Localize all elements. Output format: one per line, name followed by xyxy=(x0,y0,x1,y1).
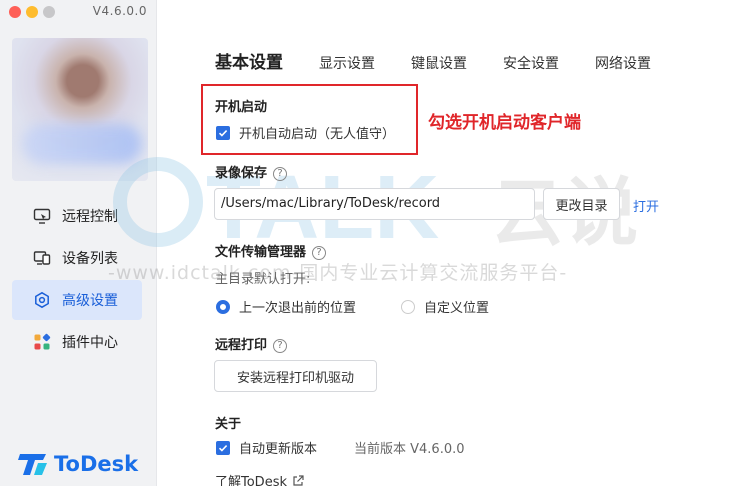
annotation-text: 勾选开机启动客户端 xyxy=(428,113,581,133)
tab-basic-settings[interactable]: 基本设置 xyxy=(215,48,283,73)
install-printer-driver-button[interactable]: 安装远程打印机驱动 xyxy=(214,360,377,392)
default-open-label: 主目录默认打开: xyxy=(215,272,311,287)
annotation-highlight-box xyxy=(201,84,418,155)
radio-last-location[interactable]: 上一次退出前的位置 xyxy=(216,297,356,316)
radio-label: 上一次退出前的位置 xyxy=(239,301,357,316)
recording-path-field[interactable]: /Users/mac/Library/ToDesk/record xyxy=(214,188,535,220)
remote-print-title-text: 远程打印 xyxy=(215,338,268,353)
radio-label: 自定义位置 xyxy=(424,301,490,316)
tab-display-settings[interactable]: 显示设置 xyxy=(319,53,375,73)
tab-security-settings[interactable]: 安全设置 xyxy=(503,53,559,73)
file-transfer-title: 文件传输管理器? xyxy=(215,241,327,260)
logo-text: ToDesk xyxy=(54,452,139,476)
tab-keyboard-mouse-settings[interactable]: 键鼠设置 xyxy=(411,53,467,73)
settings-tabs: 基本设置 显示设置 键鼠设置 安全设置 网络设置 xyxy=(215,48,687,73)
change-directory-button[interactable]: 更改目录 xyxy=(543,188,620,220)
remote-print-title: 远程打印? xyxy=(215,334,288,353)
check-icon xyxy=(218,444,228,452)
sidebar-item-label: 远程控制 xyxy=(62,209,118,225)
sidebar-item-remote-control[interactable]: 远程控制 xyxy=(12,196,142,236)
about-title: 关于 xyxy=(215,417,242,432)
app-version: V4.6.0.0 xyxy=(92,4,147,18)
auto-update-checkbox[interactable] xyxy=(216,440,230,455)
minimize-window-button[interactable] xyxy=(26,6,38,18)
learn-more-label: 了解ToDesk xyxy=(215,475,287,486)
learn-more-link[interactable]: 了解ToDesk xyxy=(215,471,304,486)
check-icon xyxy=(218,129,228,137)
device-list-icon xyxy=(32,248,52,268)
startup-checkbox[interactable] xyxy=(216,125,230,140)
avatar xyxy=(12,38,148,181)
radio-button[interactable] xyxy=(401,299,415,314)
todesk-logo: ToDesk xyxy=(18,451,138,477)
sidebar-item-label: 插件中心 xyxy=(62,335,118,351)
external-link-icon xyxy=(292,474,304,486)
help-icon[interactable]: ? xyxy=(273,166,288,181)
window-controls xyxy=(9,6,55,18)
close-window-button[interactable] xyxy=(9,6,21,18)
zoom-window-button[interactable] xyxy=(43,6,55,18)
todesk-logo-icon xyxy=(18,454,47,475)
tab-network-settings[interactable]: 网络设置 xyxy=(595,53,651,73)
sidebar-item-label: 高级设置 xyxy=(62,293,118,309)
avatar-blur xyxy=(22,124,142,164)
open-directory-link[interactable]: 打开 xyxy=(633,196,659,215)
help-icon[interactable]: ? xyxy=(273,338,288,353)
radio-custom-location[interactable]: 自定义位置 xyxy=(401,297,489,316)
help-icon[interactable]: ? xyxy=(312,245,327,260)
sidebar: V4.6.0.0 远程控制 设备列表 高级设置 插件中心 ToDesk xyxy=(0,0,157,486)
auto-update-row[interactable]: 自动更新版本 xyxy=(216,438,317,457)
recording-title: 录像保存? xyxy=(215,162,288,181)
hexagon-settings-icon xyxy=(32,290,52,310)
sidebar-item-advanced-settings[interactable]: 高级设置 xyxy=(12,280,142,320)
current-version: 当前版本 V4.6.0.0 xyxy=(354,442,465,457)
startup-checkbox-row[interactable]: 开机自动启动（无人值守） xyxy=(216,123,395,142)
auto-update-label: 自动更新版本 xyxy=(239,442,318,457)
file-transfer-title-text: 文件传输管理器 xyxy=(215,245,307,260)
remote-control-icon xyxy=(32,206,52,226)
radio-button-selected[interactable] xyxy=(216,299,230,314)
startup-title: 开机启动 xyxy=(215,100,268,115)
plugin-icon xyxy=(32,332,52,352)
recording-title-text: 录像保存 xyxy=(215,166,268,181)
sidebar-item-plugin-center[interactable]: 插件中心 xyxy=(12,322,142,362)
startup-checkbox-label: 开机自动启动（无人值守） xyxy=(239,127,396,142)
watermark-text: -www.idctalk.com-国内专业云计算交流服务平台- xyxy=(108,262,568,284)
